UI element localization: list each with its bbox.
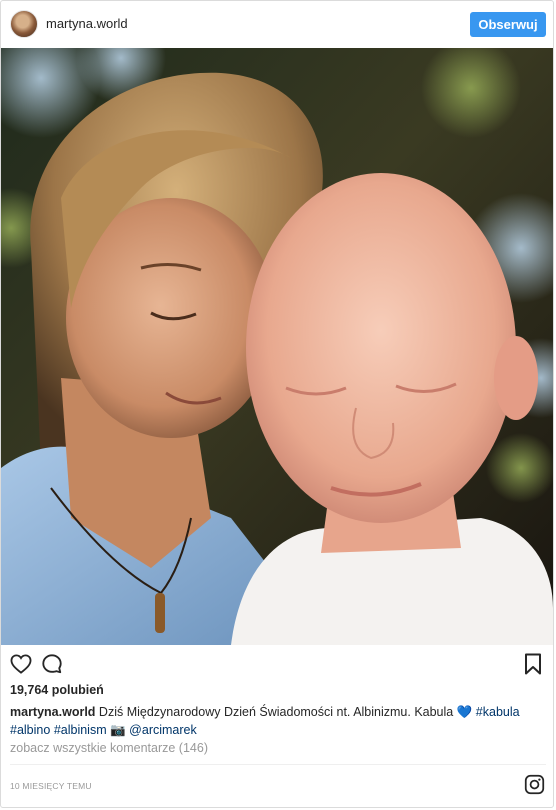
hashtag-albinism[interactable]: #albinism [54,723,107,737]
hashtag-kabula[interactable]: #kabula [476,705,520,719]
username-link[interactable]: martyna.world [46,16,128,31]
bookmark-icon[interactable] [524,653,542,675]
follow-button[interactable]: Obserwuj [470,12,546,37]
post-caption: martyna.world Dziś Międzynarodowy Dzień … [10,703,546,739]
camera-emoji: 📷 [110,723,126,737]
blue-heart-emoji: 💙 [456,705,473,719]
post-timestamp[interactable]: 10 miesięcy temu [10,781,92,791]
heart-outline-icon[interactable] [10,654,32,674]
post-header: martyna.world Obserwuj [1,1,553,48]
caption-text: Dziś Międzynarodowy Dzień Świadomości nt… [98,705,454,719]
comment-bubble-icon[interactable] [41,653,63,675]
likes-count[interactable]: 19,764 polubień [10,683,104,697]
instagram-post-card: martyna.world Obserwuj 19,764 polubień m… [0,0,554,808]
footer-divider [10,764,546,765]
post-photo[interactable] [1,48,553,645]
caption-username[interactable]: martyna.world [10,705,95,719]
instagram-logo-icon[interactable] [524,774,545,795]
mention-arcimarek[interactable]: @arcimarek [129,723,197,737]
view-all-comments-link[interactable]: zobacz wszystkie komentarze (146) [10,741,208,755]
post-actions-bar [1,645,553,681]
hashtag-albino[interactable]: #albino [10,723,50,737]
post-photo-image [1,48,553,645]
user-avatar[interactable] [10,10,38,38]
